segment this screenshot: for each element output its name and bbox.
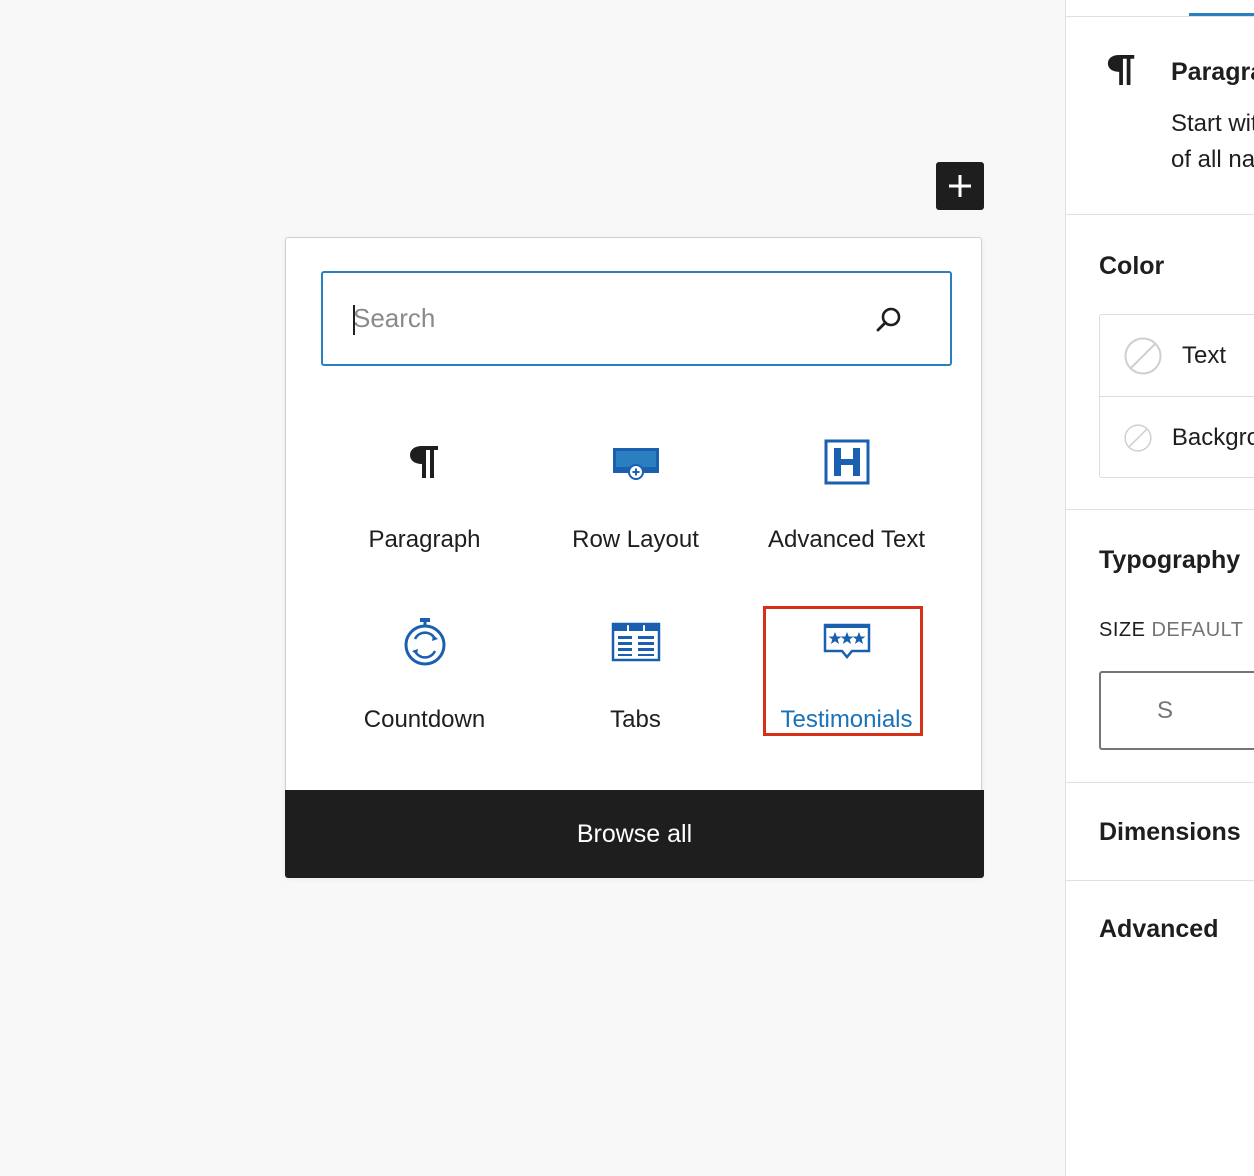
color-item-label: Text xyxy=(1182,341,1227,369)
size-label-value: DEFAULT xyxy=(1151,619,1244,641)
block-label: Countdown xyxy=(363,706,486,733)
block-label: Row Layout xyxy=(572,526,699,553)
block-label: Testimonials xyxy=(780,706,913,733)
font-size-option-small[interactable]: S xyxy=(1099,671,1254,750)
font-size-label: SIZE DEFAULT xyxy=(1099,619,1244,642)
testimonials-icon xyxy=(821,616,873,668)
block-item-testimonials[interactable]: Testimonials xyxy=(741,596,952,776)
paragraph-icon xyxy=(399,436,451,488)
color-settings: Text Background xyxy=(1099,314,1254,478)
tabs-icon xyxy=(610,616,662,668)
description-line: of all narrative. xyxy=(1171,146,1254,173)
size-label-key: SIZE xyxy=(1099,619,1146,641)
block-inserter-popover: Paragraph Row Layout xyxy=(285,237,984,878)
tab-divider xyxy=(1066,16,1254,17)
browse-all-button[interactable]: Browse all xyxy=(285,790,984,878)
active-tab-indicator xyxy=(1189,13,1254,16)
paragraph-icon xyxy=(1107,54,1135,86)
divider xyxy=(1066,880,1254,881)
no-color-swatch-icon xyxy=(1124,423,1152,452)
add-block-button[interactable] xyxy=(936,162,984,210)
panel-title-color[interactable]: Color xyxy=(1099,252,1164,281)
color-item-text[interactable]: Text xyxy=(1100,315,1254,396)
panel-title-dimensions[interactable]: Dimensions xyxy=(1099,818,1241,847)
block-item-advanced-text[interactable]: Advanced Text xyxy=(741,416,952,596)
panel-title-advanced[interactable]: Advanced xyxy=(1099,915,1218,944)
panel-title-typography[interactable]: Typography xyxy=(1099,546,1240,575)
search-icon[interactable] xyxy=(874,305,904,335)
text-caret xyxy=(353,305,355,335)
settings-sidebar: Paragraph Start with the building block … xyxy=(1065,0,1254,1176)
description-line: Start with the building block xyxy=(1171,110,1254,137)
no-color-swatch-icon xyxy=(1124,337,1162,374)
block-item-tabs[interactable]: Tabs xyxy=(530,596,741,776)
block-card-description: Start with the building block of all nar… xyxy=(1171,106,1254,178)
block-label: Paragraph xyxy=(368,526,481,553)
advanced-text-icon xyxy=(821,436,873,488)
plus-icon xyxy=(949,175,971,197)
block-card-title: Paragraph xyxy=(1171,58,1254,86)
block-item-row-layout[interactable]: Row Layout xyxy=(530,416,741,596)
block-item-countdown[interactable]: Countdown xyxy=(319,596,530,776)
search-input[interactable] xyxy=(351,273,853,364)
divider xyxy=(1066,214,1254,215)
block-label: Advanced Text xyxy=(768,526,925,553)
row-layout-icon xyxy=(610,436,662,488)
block-list: Paragraph Row Layout Advanced Text Count… xyxy=(319,416,952,776)
divider xyxy=(1066,509,1254,510)
color-item-label: Background xyxy=(1171,423,1254,451)
search-field[interactable] xyxy=(321,271,952,366)
color-item-background[interactable]: Background xyxy=(1100,396,1254,478)
divider xyxy=(1066,782,1254,783)
block-label: Tabs xyxy=(610,706,661,733)
block-item-paragraph[interactable]: Paragraph xyxy=(319,416,530,596)
countdown-icon xyxy=(399,616,451,668)
